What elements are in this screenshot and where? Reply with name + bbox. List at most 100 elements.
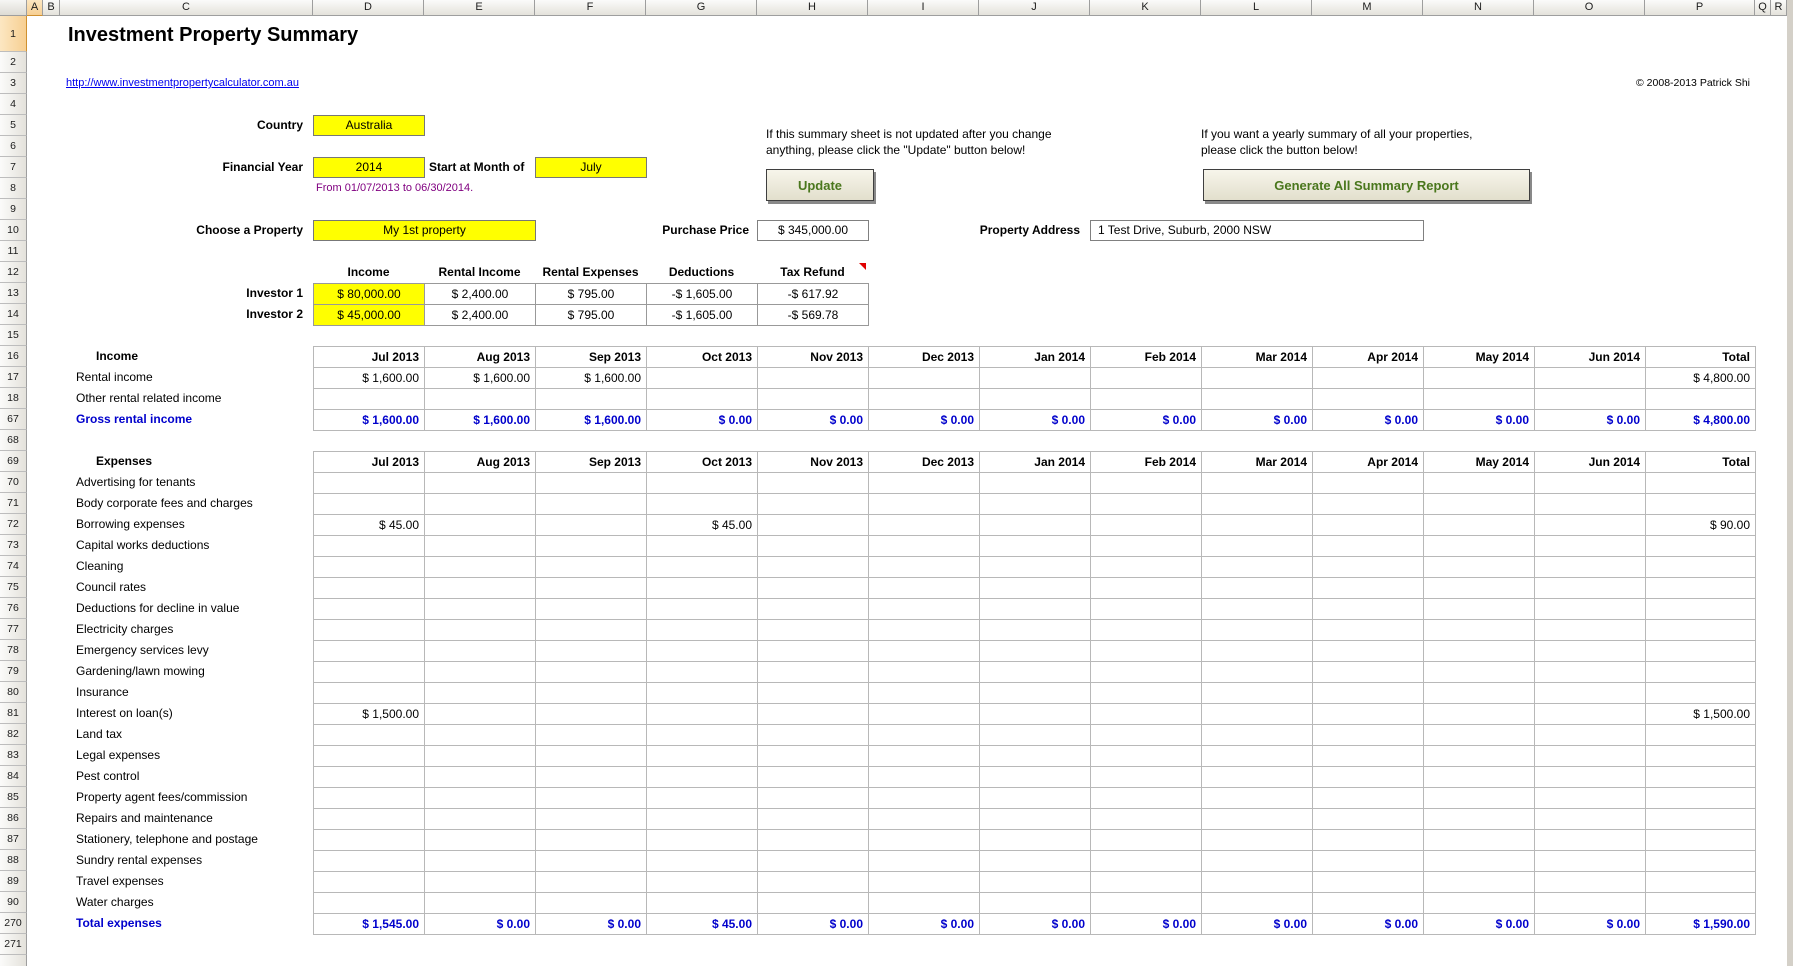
- expenses-cell[interactable]: [758, 767, 869, 788]
- column-header-B[interactable]: B: [43, 0, 60, 16]
- expenses-cell[interactable]: [1091, 536, 1202, 557]
- expenses-cell[interactable]: [869, 683, 980, 704]
- expenses-cell[interactable]: [1424, 641, 1535, 662]
- income-cell[interactable]: [869, 368, 980, 389]
- column-header-M[interactable]: M: [1312, 0, 1423, 16]
- expenses-cell[interactable]: [314, 746, 425, 767]
- investor-cell-r2c5[interactable]: -$ 569.78: [758, 305, 869, 326]
- expenses-cell[interactable]: [647, 599, 758, 620]
- expenses-cell[interactable]: [425, 515, 536, 536]
- income-cell[interactable]: [980, 389, 1091, 410]
- expenses-cell[interactable]: [1091, 893, 1202, 914]
- expenses-cell[interactable]: [314, 473, 425, 494]
- income-cell[interactable]: $ 4,800.00: [1646, 368, 1756, 389]
- expenses-cell[interactable]: [1091, 704, 1202, 725]
- expenses-cell[interactable]: [1424, 473, 1535, 494]
- expenses-cell[interactable]: [1091, 767, 1202, 788]
- income-month-header[interactable]: Dec 2013: [869, 347, 980, 368]
- expenses-cell[interactable]: [314, 725, 425, 746]
- expenses-cell[interactable]: $ 0.00: [1313, 914, 1424, 935]
- expenses-cell[interactable]: [1646, 830, 1756, 851]
- income-cell[interactable]: $ 1,600.00: [536, 368, 647, 389]
- expenses-cell[interactable]: [536, 662, 647, 683]
- expenses-cell[interactable]: [425, 851, 536, 872]
- expenses-cell[interactable]: [1202, 788, 1313, 809]
- expenses-cell[interactable]: [869, 872, 980, 893]
- expenses-cell[interactable]: [980, 473, 1091, 494]
- expenses-cell[interactable]: [1535, 809, 1646, 830]
- income-month-header[interactable]: Jul 2013: [314, 347, 425, 368]
- income-cell[interactable]: [1535, 368, 1646, 389]
- expenses-cell[interactable]: [1535, 599, 1646, 620]
- expenses-cell[interactable]: [314, 557, 425, 578]
- expenses-cell[interactable]: [647, 620, 758, 641]
- row-header-85[interactable]: 85: [0, 787, 27, 808]
- expenses-cell[interactable]: [1313, 830, 1424, 851]
- expenses-cell[interactable]: [1535, 893, 1646, 914]
- row-header-8[interactable]: 8: [0, 178, 27, 199]
- expenses-cell[interactable]: [1313, 662, 1424, 683]
- expenses-cell[interactable]: [1202, 599, 1313, 620]
- row-header-68[interactable]: 68: [0, 430, 27, 451]
- expenses-cell[interactable]: [1535, 683, 1646, 704]
- expenses-cell[interactable]: [1424, 788, 1535, 809]
- expenses-cell[interactable]: [1091, 662, 1202, 683]
- expenses-cell[interactable]: [314, 536, 425, 557]
- expenses-cell[interactable]: [1535, 515, 1646, 536]
- expenses-cell[interactable]: [425, 746, 536, 767]
- row-header-14[interactable]: 14: [0, 304, 27, 325]
- expenses-cell[interactable]: [647, 872, 758, 893]
- expenses-cell[interactable]: [1202, 746, 1313, 767]
- expenses-cell[interactable]: [1535, 746, 1646, 767]
- expenses-cell[interactable]: [1646, 536, 1756, 557]
- income-cell[interactable]: $ 1,600.00: [536, 410, 647, 431]
- row-header-5[interactable]: 5: [0, 115, 27, 136]
- income-cell[interactable]: [1091, 368, 1202, 389]
- expenses-cell[interactable]: [314, 830, 425, 851]
- expenses-cell[interactable]: [1313, 683, 1424, 704]
- expenses-cell[interactable]: [1091, 494, 1202, 515]
- expenses-cell[interactable]: [758, 557, 869, 578]
- income-cell[interactable]: $ 1,600.00: [314, 368, 425, 389]
- expenses-cell[interactable]: $ 0.00: [758, 914, 869, 935]
- expenses-cell[interactable]: [1091, 578, 1202, 599]
- row-header-75[interactable]: 75: [0, 577, 27, 598]
- expenses-cell[interactable]: [1646, 662, 1756, 683]
- expenses-cell[interactable]: [314, 809, 425, 830]
- expenses-cell[interactable]: [1202, 872, 1313, 893]
- expenses-cell[interactable]: [869, 788, 980, 809]
- expenses-cell[interactable]: [1424, 872, 1535, 893]
- expenses-cell[interactable]: [536, 641, 647, 662]
- country-cell[interactable]: Australia: [313, 115, 425, 136]
- property-address-cell[interactable]: 1 Test Drive, Suburb, 2000 NSW: [1090, 220, 1424, 241]
- expenses-cell[interactable]: [1424, 662, 1535, 683]
- column-header-Q[interactable]: Q: [1755, 0, 1771, 16]
- row-header-84[interactable]: 84: [0, 766, 27, 787]
- income-month-header[interactable]: Jan 2014: [980, 347, 1091, 368]
- expenses-cell[interactable]: [647, 578, 758, 599]
- expenses-cell[interactable]: [536, 557, 647, 578]
- expenses-cell[interactable]: [536, 683, 647, 704]
- purchase-price-cell[interactable]: $ 345,000.00: [757, 220, 869, 241]
- row-header-271[interactable]: 271: [0, 934, 27, 955]
- expenses-cell[interactable]: [1091, 788, 1202, 809]
- expenses-cell[interactable]: [980, 557, 1091, 578]
- income-cell[interactable]: [1646, 389, 1756, 410]
- expenses-cell[interactable]: [647, 662, 758, 683]
- expenses-cell[interactable]: [1091, 725, 1202, 746]
- expenses-cell[interactable]: [980, 788, 1091, 809]
- expenses-cell[interactable]: [425, 473, 536, 494]
- expenses-cell[interactable]: [536, 536, 647, 557]
- expenses-cell[interactable]: [980, 578, 1091, 599]
- expenses-cell[interactable]: [536, 893, 647, 914]
- expenses-cell[interactable]: [980, 830, 1091, 851]
- expenses-cell[interactable]: [1202, 725, 1313, 746]
- row-header-15[interactable]: 15: [0, 325, 27, 346]
- financial-year-cell[interactable]: 2014: [313, 157, 425, 178]
- row-header-9[interactable]: 9: [0, 199, 27, 220]
- expenses-cell[interactable]: [869, 515, 980, 536]
- investor-cell-r1c3[interactable]: $ 795.00: [536, 284, 647, 305]
- expenses-cell[interactable]: [1535, 536, 1646, 557]
- expenses-cell[interactable]: [1424, 599, 1535, 620]
- expenses-cell[interactable]: $ 0.00: [536, 914, 647, 935]
